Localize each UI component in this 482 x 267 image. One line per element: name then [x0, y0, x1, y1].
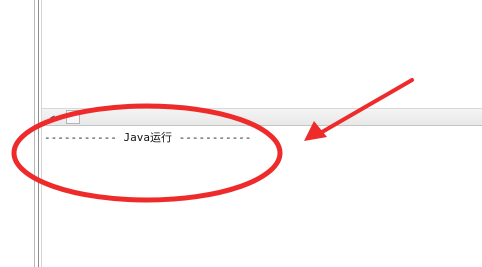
editor-border-inner: [41, 0, 42, 267]
editor-border: [38, 0, 39, 267]
pane-square-icon[interactable]: [66, 110, 80, 124]
console-output-line: ----------- Java运行 -----------: [44, 131, 252, 144]
output-pane-header[interactable]: ◂: [42, 108, 482, 126]
editor-gutter: [0, 0, 34, 267]
gutter-divider: [34, 0, 35, 267]
triangle-left-icon[interactable]: ◂: [50, 112, 58, 122]
